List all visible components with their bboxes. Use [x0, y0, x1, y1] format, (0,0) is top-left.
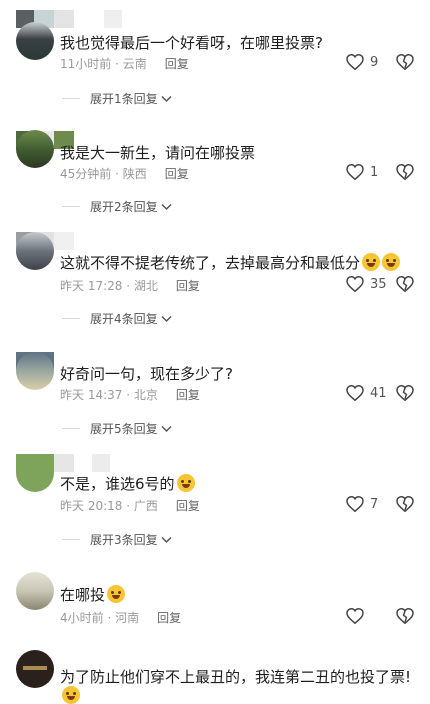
comment-text: 我是大一新生，请问在哪投票	[60, 144, 256, 162]
expand-replies[interactable]: 展开1条回复	[62, 90, 172, 107]
broken-heart-icon	[396, 607, 414, 625]
comment-time: 昨天 17:28 · 湖北	[60, 279, 158, 293]
laughing-tears-emoji	[382, 253, 401, 271]
reply-button[interactable]: 回复	[157, 609, 181, 626]
expand-replies[interactable]: 展开5条回复	[62, 420, 172, 437]
like-button[interactable]	[346, 608, 364, 624]
avatar[interactable]	[16, 352, 54, 390]
like-button[interactable]: 7	[346, 496, 378, 512]
dislike-button[interactable]	[396, 495, 414, 516]
like-button[interactable]: 35	[346, 276, 387, 292]
divider	[62, 98, 80, 99]
expand-replies-label: 展开4条回复	[90, 312, 158, 326]
comment-text: 我也觉得最后一个好看呀，在哪里投票?	[60, 34, 323, 52]
chevron-down-icon	[161, 200, 172, 214]
heart-icon	[346, 164, 364, 180]
heart-icon	[346, 608, 364, 624]
heart-icon	[346, 276, 364, 292]
comment-meta: 4小时前 · 河南 回复	[60, 609, 181, 626]
avatar[interactable]	[16, 232, 54, 270]
expand-replies-label: 展开5条回复	[90, 422, 158, 436]
expand-replies-label: 展开3条回复	[90, 533, 158, 547]
smiling-emoji	[62, 686, 80, 704]
comment-text: 不是，谁选6号的	[60, 474, 195, 494]
reply-button[interactable]: 回复	[176, 277, 200, 294]
like-button[interactable]: 1	[346, 164, 378, 180]
broken-heart-icon	[396, 495, 414, 513]
comment-text-body: 不是，谁选6号的	[60, 475, 175, 493]
dislike-button[interactable]	[396, 275, 414, 296]
grinning-sweat-emoji	[107, 585, 126, 603]
comment-time: 11小时前 · 云南	[60, 57, 147, 71]
reply-button[interactable]: 回复	[176, 497, 200, 514]
comment-meta: 45分钟前 · 陕西 回复	[60, 165, 189, 182]
comment-text-continuation	[60, 686, 80, 704]
comment-meta: 昨天 14:37 · 北京 回复	[60, 386, 200, 403]
like-button[interactable]: 41	[346, 385, 387, 401]
laughing-tears-emoji	[362, 253, 381, 271]
heart-icon	[346, 385, 364, 401]
comment-text-body: 在哪投	[60, 586, 106, 604]
dislike-button[interactable]	[396, 607, 414, 628]
dislike-button[interactable]	[396, 163, 414, 184]
like-count: 35	[370, 276, 387, 292]
reply-button[interactable]: 回复	[165, 165, 189, 182]
heart-icon	[346, 496, 364, 512]
comment-meta: 昨天 17:28 · 湖北 回复	[60, 277, 200, 294]
avatar-logo-mark	[23, 666, 47, 670]
expand-replies-label: 展开1条回复	[90, 92, 158, 106]
expand-replies[interactable]: 展开4条回复	[62, 310, 172, 327]
chevron-down-icon	[161, 422, 172, 436]
divider	[62, 539, 80, 540]
chevron-down-icon	[161, 533, 172, 547]
comment-time: 昨天 20:18 · 广西	[60, 499, 158, 513]
broken-heart-icon	[396, 275, 414, 293]
divider	[62, 318, 80, 319]
avatar[interactable]	[16, 22, 54, 60]
reply-button[interactable]: 回复	[165, 55, 189, 72]
like-count: 41	[370, 385, 387, 401]
avatar[interactable]	[16, 454, 54, 492]
avatar[interactable]	[16, 572, 54, 610]
comment-time: 4小时前 · 河南	[60, 611, 140, 625]
comment-text: 为了防止他们穿不上最丑的，我连第二丑的也投了票!	[60, 668, 412, 686]
expand-replies[interactable]: 展开2条回复	[62, 198, 172, 215]
comment-time: 昨天 14:37 · 北京	[60, 388, 158, 402]
astonished-emoji	[176, 474, 195, 492]
chevron-down-icon	[161, 92, 172, 106]
like-count: 1	[370, 164, 379, 180]
chevron-down-icon	[161, 312, 172, 326]
divider	[62, 428, 80, 429]
dislike-button[interactable]	[396, 384, 414, 405]
avatar[interactable]	[16, 650, 54, 688]
broken-heart-icon	[396, 384, 414, 402]
reply-button[interactable]: 回复	[176, 386, 200, 403]
comment-meta: 昨天 20:18 · 广西 回复	[60, 497, 200, 514]
comment-text-body: 这就不得不提老传统了，去掉最高分和最低分	[60, 254, 361, 272]
divider	[62, 206, 80, 207]
comment-text: 在哪投	[60, 585, 126, 605]
comment-text: 这就不得不提老传统了，去掉最高分和最低分	[60, 253, 401, 273]
expand-replies[interactable]: 展开3条回复	[62, 531, 172, 548]
broken-heart-icon	[396, 163, 414, 181]
dislike-button[interactable]	[396, 53, 414, 74]
comment-time: 45分钟前 · 陕西	[60, 167, 147, 181]
heart-icon	[346, 54, 364, 70]
like-count: 9	[370, 54, 379, 70]
comment-meta: 11小时前 · 云南 回复	[60, 55, 189, 72]
like-count: 7	[370, 496, 379, 512]
broken-heart-icon	[396, 53, 414, 71]
like-button[interactable]: 9	[346, 54, 378, 70]
comment-text: 好奇问一句，现在多少了?	[60, 365, 233, 383]
expand-replies-label: 展开2条回复	[90, 200, 158, 214]
avatar[interactable]	[16, 130, 54, 168]
